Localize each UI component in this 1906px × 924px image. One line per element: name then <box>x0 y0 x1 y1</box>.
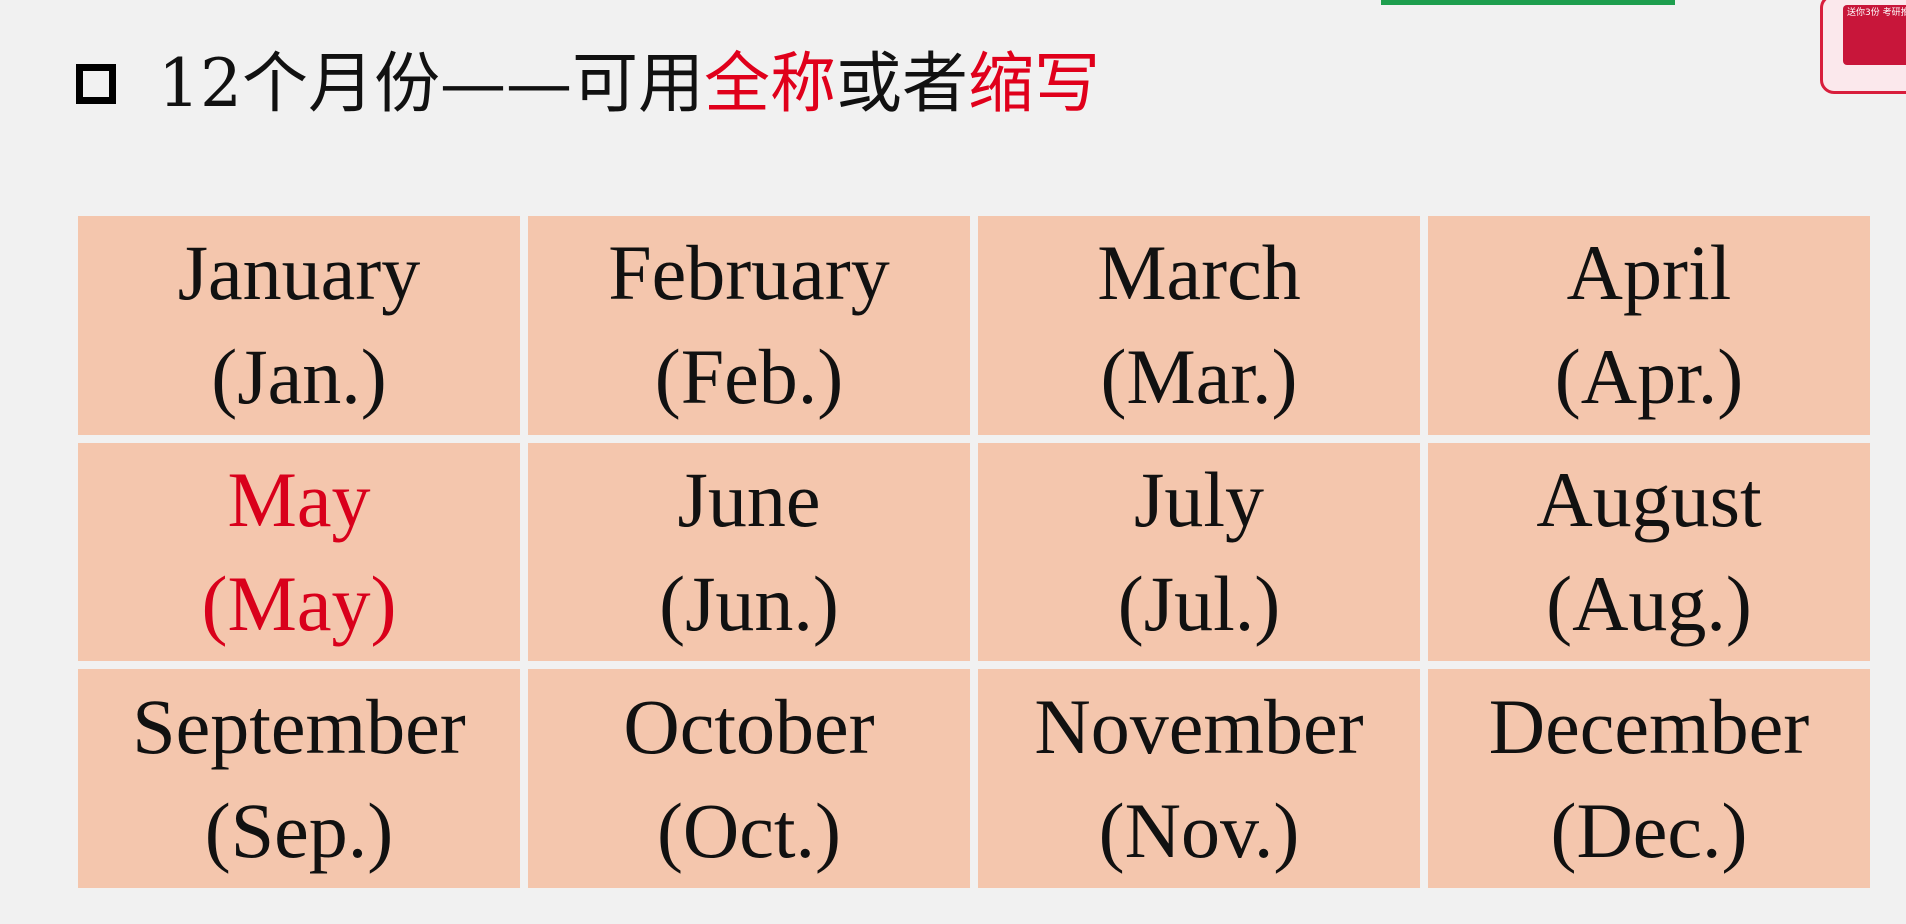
checkbox-square-icon <box>76 64 116 104</box>
month-abbreviation: (Dec.) <box>1550 786 1748 874</box>
month-abbreviation: (Jul.) <box>1117 559 1281 647</box>
heading-abbreviation: 缩写 <box>967 45 1100 122</box>
month-cell: August (Aug.) <box>1428 442 1870 662</box>
month-full-name: August <box>1536 455 1762 543</box>
heading-prefix: 12个月份——可用 <box>158 45 704 122</box>
month-cell: April (Apr.) <box>1428 216 1870 435</box>
promo-badge[interactable]: 送你3份 考研推荐 <box>1820 0 1906 94</box>
months-table: January (Jan.) February (Feb.) March (Mar.)… <box>78 216 1870 888</box>
month-cell: June (Jun.) <box>528 442 970 662</box>
month-cell-highlighted: May (May) <box>78 442 520 662</box>
month-cell: November (Nov.) <box>978 669 1420 888</box>
month-abbreviation: (Oct.) <box>656 786 842 874</box>
month-full-name: January <box>177 229 421 317</box>
month-abbreviation: (Jan.) <box>211 333 387 421</box>
month-full-name: July <box>1133 455 1265 543</box>
month-abbreviation: (Mar.) <box>1100 333 1298 421</box>
month-abbreviation: (Jun.) <box>659 559 839 647</box>
slide-heading: 12个月份——可用全称或者缩写 <box>76 44 1100 124</box>
heading-conjunction: 或者 <box>835 45 968 122</box>
month-cell: July (Jul.) <box>978 442 1420 662</box>
month-cell: December (Dec.) <box>1428 669 1870 888</box>
month-full-name: September <box>132 682 466 770</box>
month-abbreviation: (Apr.) <box>1554 333 1744 421</box>
month-abbreviation: (Nov.) <box>1098 786 1300 874</box>
month-abbreviation: (Aug.) <box>1546 559 1752 647</box>
month-full-name: October <box>623 682 875 770</box>
heading-text: 12个月份——可用全称或者缩写 <box>158 44 1100 124</box>
month-full-name: November <box>1034 682 1364 770</box>
month-full-name: December <box>1488 682 1810 770</box>
promo-badge-label: 送你3份 考研推荐 <box>1843 5 1906 65</box>
heading-full-name: 全称 <box>703 45 836 122</box>
month-full-name: March <box>1097 229 1301 317</box>
month-cell: October (Oct.) <box>528 669 970 888</box>
month-cell: February (Feb.) <box>528 216 970 435</box>
month-abbreviation: (Feb.) <box>654 333 844 421</box>
top-progress-bar <box>1381 0 1675 5</box>
month-cell: September (Sep.) <box>78 669 520 888</box>
month-cell: March (Mar.) <box>978 216 1420 435</box>
month-abbreviation: (May) <box>201 559 397 647</box>
month-full-name: May <box>227 455 371 543</box>
month-full-name: February <box>608 229 890 317</box>
month-cell: January (Jan.) <box>78 216 520 435</box>
month-full-name: June <box>677 455 821 543</box>
month-abbreviation: (Sep.) <box>204 786 394 874</box>
month-full-name: April <box>1566 229 1732 317</box>
